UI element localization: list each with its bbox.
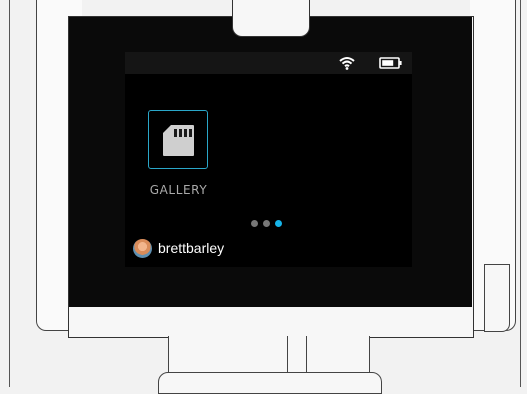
username: brettbarley bbox=[158, 240, 225, 256]
device-stage: GALLERY brettbarley bbox=[0, 0, 527, 394]
page-dot-3-active[interactable] bbox=[275, 220, 282, 227]
page-indicator bbox=[251, 220, 282, 228]
page-dot-1[interactable] bbox=[251, 220, 258, 227]
battery-icon bbox=[379, 57, 402, 69]
avatar bbox=[133, 238, 152, 258]
status-bar bbox=[125, 52, 412, 74]
gallery-app-label: GALLERY bbox=[149, 183, 208, 197]
top-tab bbox=[232, 0, 310, 37]
display-screen: GALLERY brettbarley bbox=[125, 52, 412, 267]
bottom-foot bbox=[158, 372, 382, 394]
user-account[interactable]: brettbarley bbox=[133, 237, 224, 259]
right-side-button[interactable] bbox=[484, 264, 510, 332]
sd-card-icon bbox=[163, 125, 194, 156]
page-dot-2[interactable] bbox=[263, 220, 270, 227]
gallery-app-button[interactable] bbox=[148, 110, 208, 169]
wifi-icon bbox=[339, 57, 355, 70]
